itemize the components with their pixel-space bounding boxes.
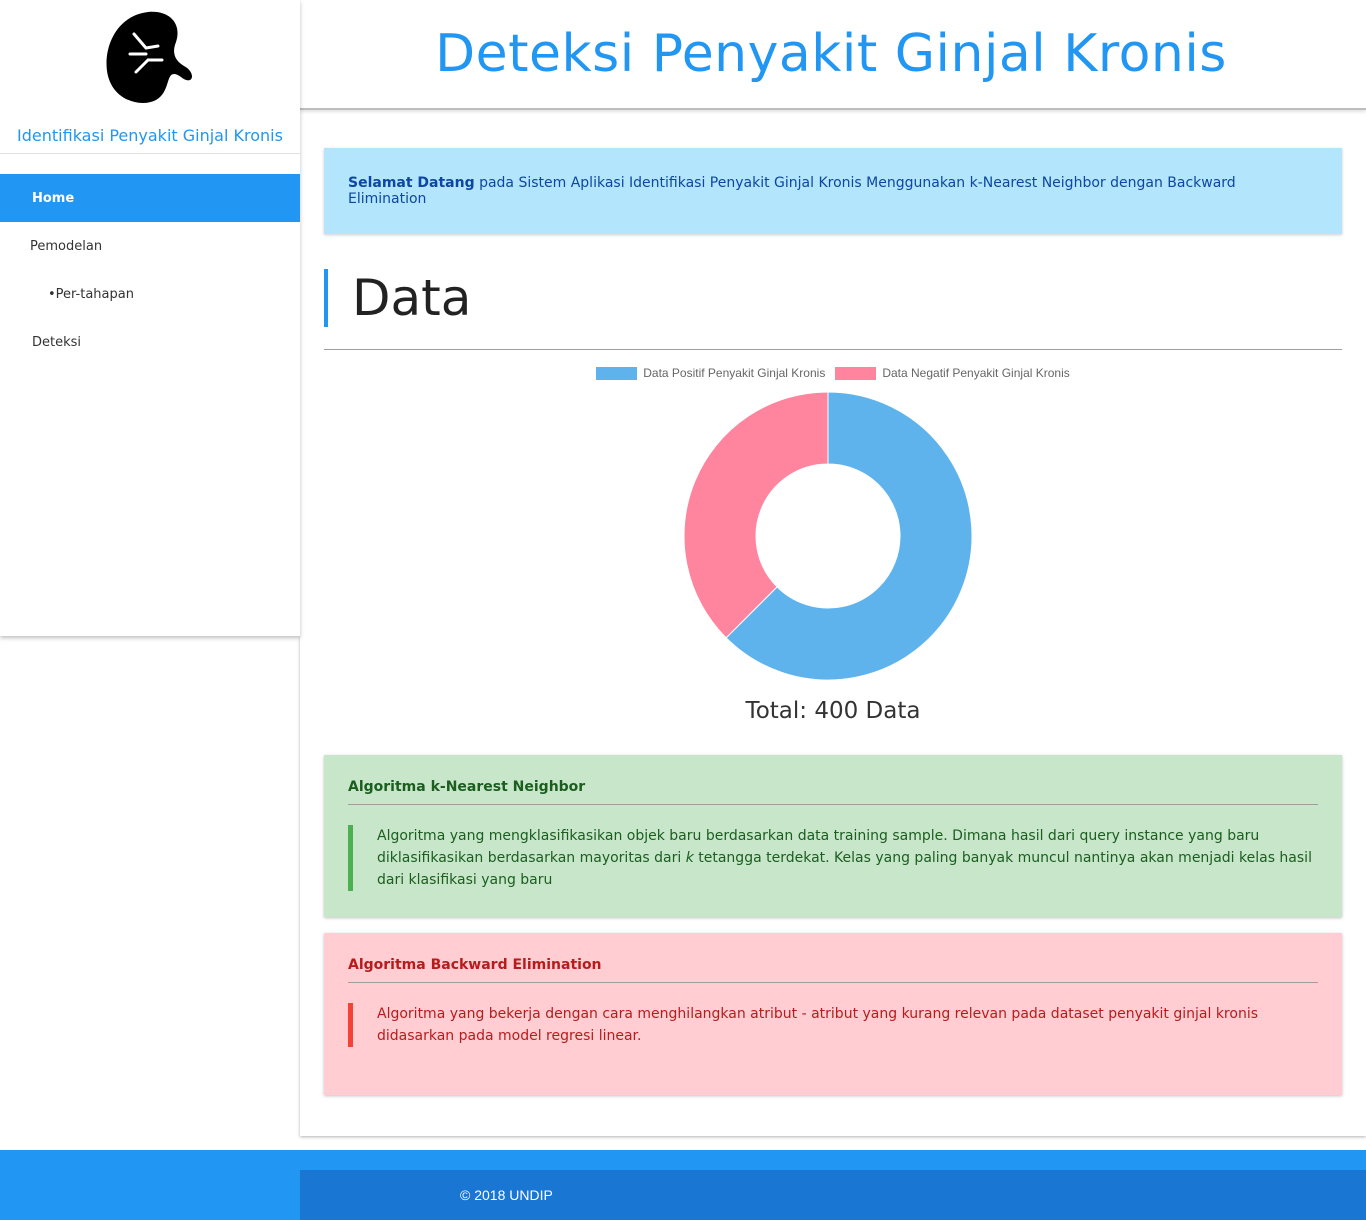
section-title: Data [324,269,1342,327]
sidebar-menu: Home Pemodelan •Per-tahapan Deteksi [0,174,300,366]
footer: © 2018 UNDIP [0,1150,1366,1220]
sidebar-item-pemodelan[interactable]: Pemodelan [0,222,300,270]
knn-description: Algoritma yang mengklasifikasikan objek … [348,825,1318,891]
legend-item-negative[interactable]: Data Negatif Penyakit Ginjal Kronis [835,366,1070,380]
chart-total: Total: 400 Data [745,698,921,724]
donut-chart: Data Positif Penyakit Ginjal Kronis Data… [324,350,1342,750]
legend-swatch-positive [596,366,638,380]
knn-title: Algoritma k-Nearest Neighbor [348,779,1318,805]
footer-bar: © 2018 UNDIP [300,1170,1366,1220]
slice-negative[interactable] [683,391,829,639]
legend-item-positive[interactable]: Data Positif Penyakit Ginjal Kronis [596,366,825,380]
donut-svg [683,391,973,681]
legend-label-positive: Data Positif Penyakit Ginjal Kronis [643,366,826,380]
page-title: Deteksi Penyakit Ginjal Kronis [435,24,1227,84]
welcome-bold: Selamat Datang [348,175,475,191]
logo[interactable] [0,0,300,110]
sidebar-title: Identifikasi Penyakit Ginjal Kronis [0,110,300,154]
sidebar: Identifikasi Penyakit Ginjal Kronis Home… [0,0,300,636]
legend-label-negative: Data Negatif Penyakit Ginjal Kronis [882,366,1070,380]
footer-copyright: © 2018 UNDIP [460,1187,553,1203]
chart-legend: Data Positif Penyakit Ginjal Kronis Data… [324,366,1342,380]
be-title: Algoritma Backward Elimination [348,957,1318,983]
kidney-icon [106,11,192,103]
welcome-alert: Selamat Datang pada Sistem Aplikasi Iden… [324,148,1342,234]
page-header: Deteksi Penyakit Ginjal Kronis [300,0,1366,110]
knn-card: Algoritma k-Nearest Neighbor Algoritma y… [324,755,1342,917]
sidebar-item-home[interactable]: Home [0,174,300,222]
knn-k: k [685,850,694,866]
main-content: Deteksi Penyakit Ginjal Kronis Selamat D… [300,0,1366,1136]
welcome-text: pada Sistem Aplikasi Identifikasi Penyak… [348,175,1236,207]
be-description: Algoritma yang bekerja dengan cara mengh… [348,1003,1318,1047]
legend-swatch-negative [835,366,877,380]
be-card: Algoritma Backward Elimination Algoritma… [324,933,1342,1095]
sidebar-item-deteksi[interactable]: Deteksi [0,318,300,366]
sidebar-item-per-tahapan[interactable]: •Per-tahapan [0,270,300,318]
